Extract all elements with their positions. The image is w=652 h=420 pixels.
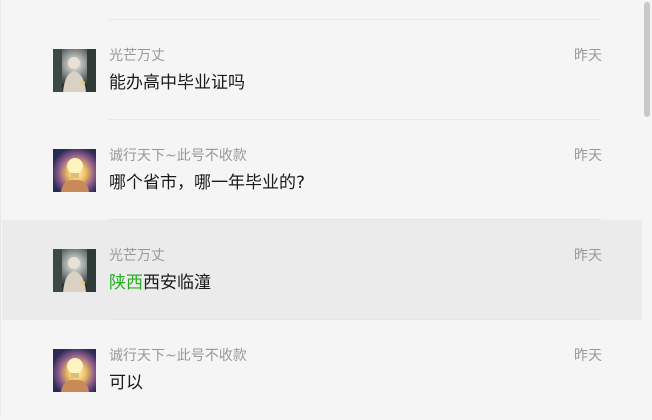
message-row[interactable]: 诚行天下~此号不收款 昨天 哪个省市，哪一年毕业的?: [2, 120, 643, 220]
lightbulb-hand-avatar-icon[interactable]: [53, 349, 96, 392]
sender-name: 光芒万丈: [109, 248, 165, 264]
message-time: 昨天: [574, 248, 602, 264]
message-time: 昨天: [574, 148, 602, 164]
message-text: 能办高中毕业证吗: [109, 72, 245, 94]
message-text: 可以: [109, 372, 143, 394]
sender-name: 光芒万丈: [109, 48, 165, 64]
vertical-scrollbar[interactable]: [642, 0, 652, 417]
message-text: 陕西西安临潼: [109, 272, 211, 294]
sender-name: 诚行天下~此号不收款: [109, 348, 247, 364]
message-body: 西安临潼: [143, 273, 211, 293]
message-row[interactable]: 光芒万丈 昨天 陕西西安临潼: [2, 220, 643, 320]
lightbulb-hand-avatar-icon[interactable]: [53, 149, 96, 192]
scrollbar-thumb[interactable]: [644, 2, 650, 117]
message-row[interactable]: 光芒万丈 昨天 能办高中毕业证吗: [2, 20, 643, 120]
dark-portrait-avatar-icon[interactable]: [53, 49, 96, 92]
message-keyword[interactable]: 陕西: [109, 273, 143, 293]
message-row[interactable]: 诚行天下~此号不收款 昨天 可以: [2, 320, 643, 420]
message-time: 昨天: [574, 48, 602, 64]
message-body: 哪个省市，哪一年毕业的?: [109, 173, 306, 193]
message-body: 可以: [109, 373, 143, 393]
dark-portrait-avatar-icon[interactable]: [53, 249, 96, 292]
conversation-list: 光芒万丈 昨天 能办高中毕业证吗 诚行天下~此号不收款 昨天 哪个省市，哪一年毕…: [0, 0, 643, 420]
message-time: 昨天: [574, 348, 602, 364]
message-text: 哪个省市，哪一年毕业的?: [109, 172, 305, 194]
message-body: 能办高中毕业证吗: [109, 73, 245, 93]
sender-name: 诚行天下~此号不收款: [109, 148, 247, 164]
